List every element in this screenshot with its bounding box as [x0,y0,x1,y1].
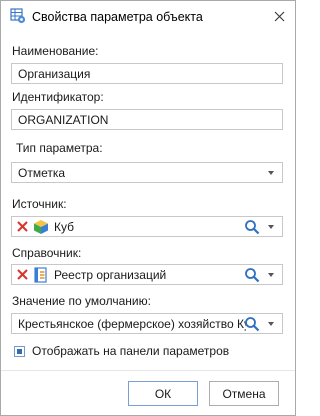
chevron-down-icon[interactable] [268,273,274,277]
dictionary-value: Реестр организаций [54,268,167,282]
clear-icon[interactable] [16,268,29,281]
identifier-input-value: ORGANIZATION [18,113,109,127]
identifier-input[interactable]: ORGANIZATION [11,109,283,130]
parameter-type-value: Отметка [18,166,66,180]
name-input-value: Организация [18,67,91,81]
ok-button[interactable]: ОК [128,381,198,406]
window-title: Свойства параметра объекта [32,10,203,24]
dictionary-select[interactable]: Реестр организаций [11,264,283,285]
source-select[interactable]: Куб [11,216,283,237]
checkbox-checked-indicator [17,349,22,354]
dictionary-label: Справочник: [12,246,82,260]
parameter-type-select[interactable]: Отметка [11,162,283,183]
default-value-label: Значение по умолчанию: [12,294,151,308]
search-icon[interactable] [244,267,260,283]
default-value: Крестьянское (фермерское) хозяйство Кузь [18,317,246,331]
parameter-type-label: Тип параметра: [16,141,103,155]
search-icon[interactable] [244,219,260,235]
dialog-window: Свойства параметра объекта Наименование:… [0,0,296,416]
name-label: Наименование: [12,44,99,58]
dictionary-icon [34,267,47,283]
titlebar: Свойства параметра объекта [1,1,295,33]
chevron-down-icon[interactable] [268,322,274,326]
cube-icon [34,220,48,234]
source-value: Куб [54,220,74,234]
source-label: Источник: [12,197,67,211]
footer-divider [1,370,295,371]
default-value-select[interactable]: Крестьянское (фермерское) хозяйство Кузь [11,313,283,334]
search-icon[interactable] [244,316,260,332]
close-button[interactable] [267,5,291,27]
grid-settings-icon [10,8,26,24]
show-on-panel-label[interactable]: Отображать на панели параметров [32,344,229,358]
chevron-down-icon[interactable] [268,171,274,175]
show-on-panel-checkbox[interactable] [14,346,25,357]
name-input[interactable]: Организация [11,63,283,84]
identifier-label: Идентификатор: [12,90,104,104]
close-icon [274,11,284,21]
cancel-button[interactable]: Отмена [209,381,279,406]
chevron-down-icon[interactable] [268,225,274,229]
clear-icon[interactable] [16,220,29,233]
